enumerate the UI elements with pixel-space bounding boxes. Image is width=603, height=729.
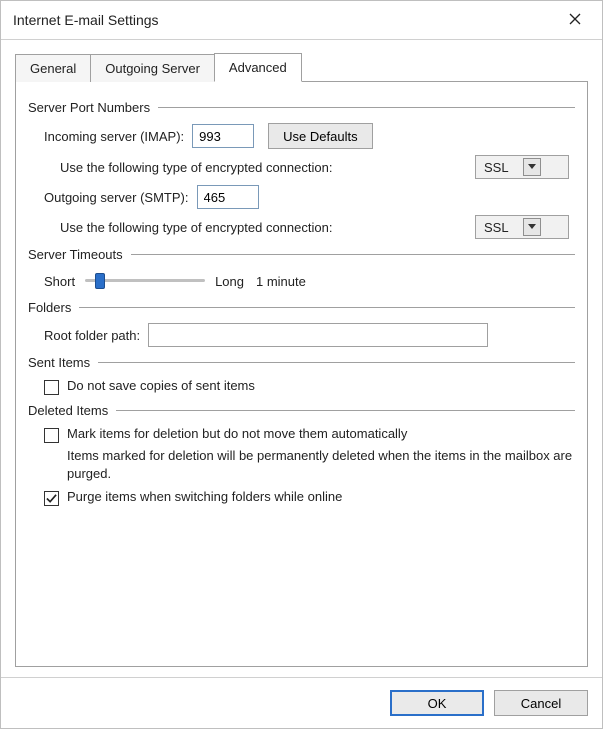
divider	[79, 307, 575, 308]
tab-panel-advanced: Server Port Numbers Incoming server (IMA…	[15, 82, 588, 667]
dialog-footer: OK Cancel	[1, 677, 602, 728]
group-header-timeouts: Server Timeouts	[28, 247, 575, 262]
do-not-save-label: Do not save copies of sent items	[67, 378, 255, 393]
timeout-short-label: Short	[44, 274, 75, 289]
timeout-slider-row: Short Long 1 minute	[28, 270, 575, 292]
tab-outgoing-server[interactable]: Outgoing Server	[90, 54, 215, 82]
slider-thumb[interactable]	[95, 273, 105, 289]
mark-for-deletion-label: Mark items for deletion but do not move …	[67, 426, 407, 441]
divider	[116, 410, 575, 411]
purge-label: Purge items when switching folders while…	[67, 489, 342, 504]
tab-strip: General Outgoing Server Advanced	[15, 52, 588, 82]
outgoing-server-label: Outgoing server (SMTP):	[44, 190, 189, 205]
mark-for-deletion-row: Mark items for deletion but do not move …	[28, 426, 575, 443]
outgoing-encryption-label: Use the following type of encrypted conn…	[60, 220, 332, 235]
group-header-deleted-items: Deleted Items	[28, 403, 575, 418]
group-deleted-items: Deleted Items Mark items for deletion bu…	[28, 403, 575, 506]
timeout-slider[interactable]	[85, 270, 205, 292]
group-title: Server Port Numbers	[28, 100, 150, 115]
outgoing-server-row: Outgoing server (SMTP):	[28, 185, 575, 209]
purge-row: Purge items when switching folders while…	[28, 489, 575, 506]
check-icon	[46, 493, 57, 504]
ok-button[interactable]: OK	[390, 690, 484, 716]
divider	[131, 254, 575, 255]
group-folders: Folders Root folder path:	[28, 300, 575, 347]
do-not-save-row: Do not save copies of sent items	[28, 378, 575, 395]
incoming-port-input[interactable]	[192, 124, 254, 148]
group-title: Server Timeouts	[28, 247, 123, 262]
outgoing-encryption-row: Use the following type of encrypted conn…	[28, 215, 575, 239]
incoming-encryption-value: SSL	[484, 160, 509, 175]
group-server-timeouts: Server Timeouts Short Long 1 minute	[28, 247, 575, 292]
tab-advanced[interactable]: Advanced	[214, 53, 302, 82]
root-folder-label: Root folder path:	[44, 328, 140, 343]
outgoing-port-input[interactable]	[197, 185, 259, 209]
incoming-encryption-select[interactable]: SSL	[475, 155, 569, 179]
cancel-button[interactable]: Cancel	[494, 690, 588, 716]
chevron-down-icon	[523, 158, 541, 176]
tab-general[interactable]: General	[15, 54, 91, 82]
chevron-down-icon	[523, 218, 541, 236]
timeout-long-label: Long	[215, 274, 244, 289]
dialog-content: General Outgoing Server Advanced Server …	[1, 40, 602, 677]
group-header-sent-items: Sent Items	[28, 355, 575, 370]
root-folder-input[interactable]	[148, 323, 488, 347]
incoming-server-label: Incoming server (IMAP):	[44, 129, 184, 144]
window-title: Internet E-mail Settings	[13, 12, 159, 28]
titlebar: Internet E-mail Settings	[1, 1, 602, 40]
dialog-window: Internet E-mail Settings General Outgoin…	[0, 0, 603, 729]
group-sent-items: Sent Items Do not save copies of sent it…	[28, 355, 575, 395]
use-defaults-button[interactable]: Use Defaults	[268, 123, 372, 149]
outgoing-encryption-value: SSL	[484, 220, 509, 235]
group-title: Folders	[28, 300, 71, 315]
root-folder-row: Root folder path:	[28, 323, 575, 347]
incoming-server-row: Incoming server (IMAP): Use Defaults	[28, 123, 575, 149]
close-icon	[569, 12, 581, 29]
mark-for-deletion-help: Items marked for deletion will be perman…	[51, 447, 575, 483]
group-header-folders: Folders	[28, 300, 575, 315]
divider	[98, 362, 575, 363]
group-title: Deleted Items	[28, 403, 108, 418]
close-button[interactable]	[556, 7, 594, 33]
timeout-value: 1 minute	[256, 274, 306, 289]
incoming-encryption-label: Use the following type of encrypted conn…	[60, 160, 332, 175]
group-header-server-port: Server Port Numbers	[28, 100, 575, 115]
incoming-encryption-row: Use the following type of encrypted conn…	[28, 155, 575, 179]
outgoing-encryption-select[interactable]: SSL	[475, 215, 569, 239]
group-title: Sent Items	[28, 355, 90, 370]
do-not-save-checkbox[interactable]	[44, 380, 59, 395]
mark-for-deletion-checkbox[interactable]	[44, 428, 59, 443]
purge-checkbox[interactable]	[44, 491, 59, 506]
divider	[158, 107, 575, 108]
group-server-port-numbers: Server Port Numbers Incoming server (IMA…	[28, 100, 575, 239]
